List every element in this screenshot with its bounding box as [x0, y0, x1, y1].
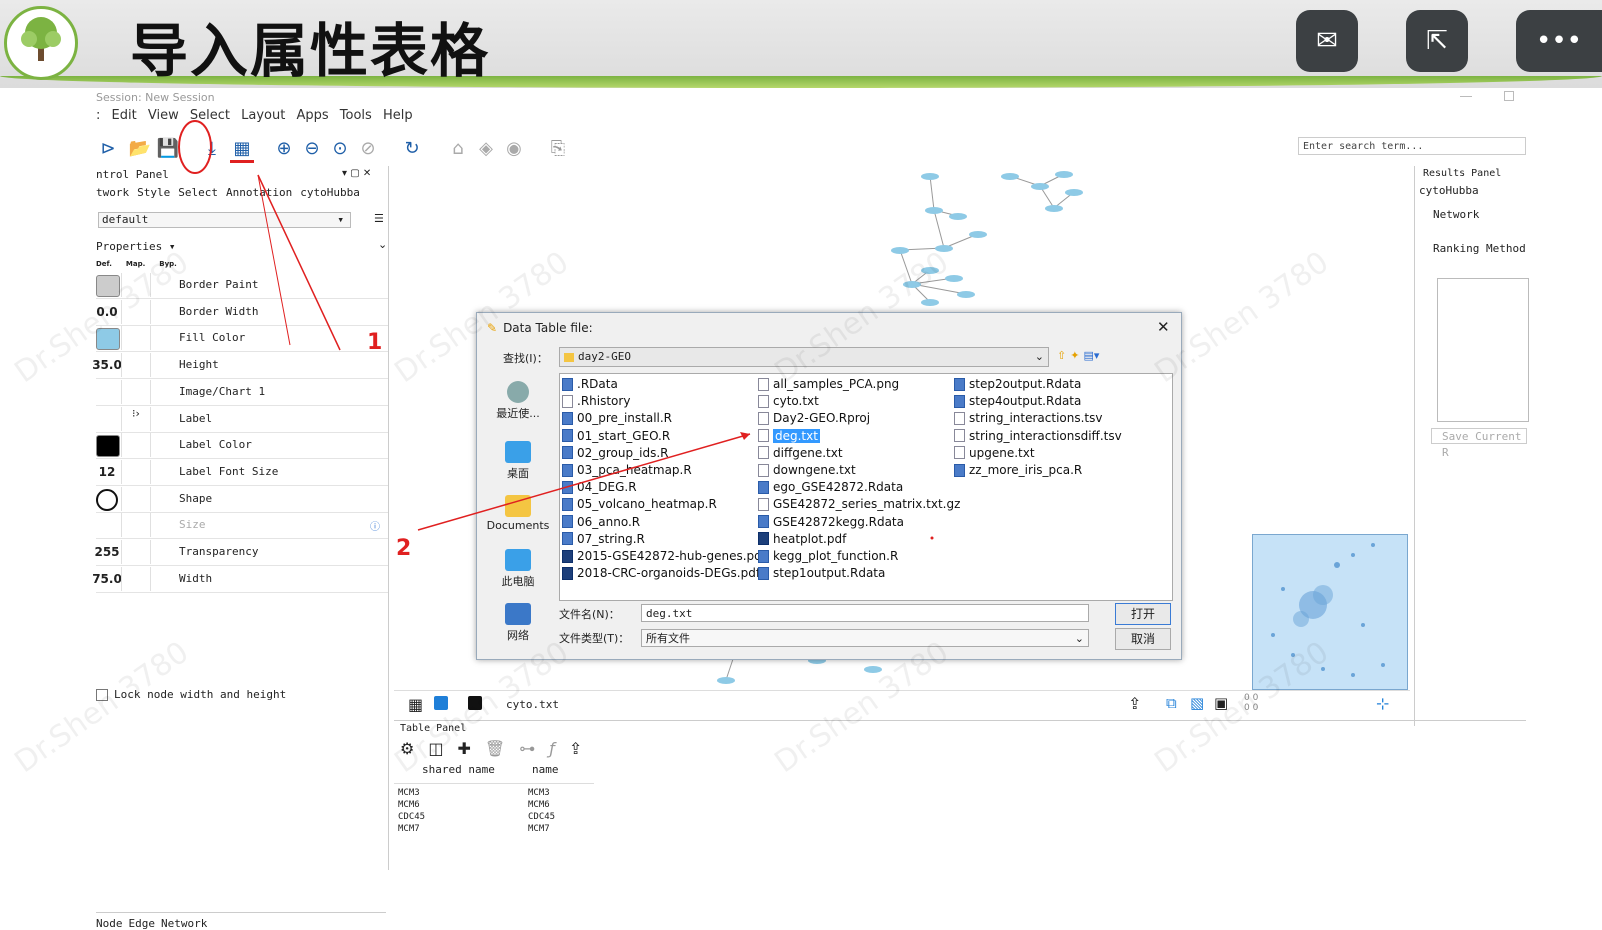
- annotation-arrow-1: [257, 174, 341, 351]
- panel-bottom-tabs: Node Edge Network: [96, 912, 386, 930]
- tab-network-style[interactable]: Network: [161, 917, 207, 930]
- annotation-circle: [178, 120, 212, 174]
- annotation-dot: [930, 536, 934, 540]
- annotation-step-1: 1: [367, 330, 383, 355]
- annotation-arrow-2: [417, 433, 751, 531]
- tab-node[interactable]: Node: [96, 917, 123, 930]
- annotation-arrow-1b: [257, 174, 291, 346]
- annotation-step-2: 2: [396, 536, 412, 561]
- tab-edge[interactable]: Edge: [129, 917, 156, 930]
